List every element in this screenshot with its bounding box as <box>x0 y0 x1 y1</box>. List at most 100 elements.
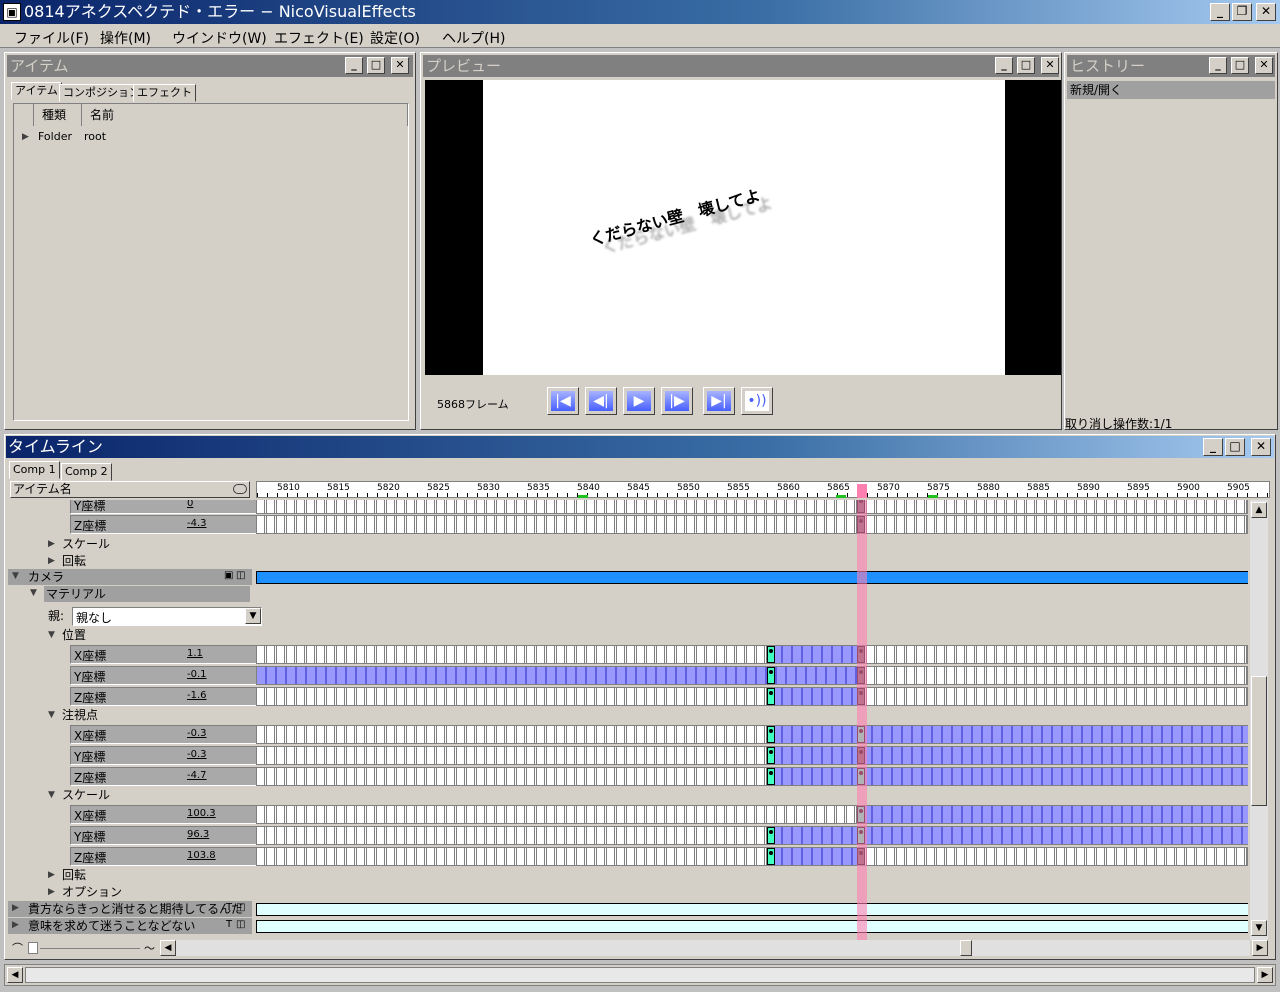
track-row[interactable] <box>256 515 1248 534</box>
tab-effects[interactable]: エフェクト <box>133 84 196 102</box>
property-value[interactable]: -1.6 <box>187 690 207 701</box>
eye-icon[interactable] <box>233 484 247 494</box>
property-value[interactable]: -0.3 <box>187 749 207 760</box>
menu-help[interactable]: ヘルプ(H) <box>442 28 505 48</box>
target-z[interactable]: Z座標 -4.7 <box>70 767 258 786</box>
zoom-out-icon[interactable]: ⌒ <box>12 940 23 956</box>
preview-viewport[interactable]: くだらない壁 壊してよ くだらない壁 壊してよ <box>425 80 1061 375</box>
expand-icon[interactable]: ▶ <box>22 132 29 142</box>
property-value[interactable]: 96.3 <box>187 829 209 840</box>
panel-minimize-icon[interactable]: _ <box>1209 57 1227 74</box>
scale-y[interactable]: Y座標 96.3 <box>70 826 258 845</box>
keyframe[interactable] <box>767 848 775 865</box>
panel-maximize-icon[interactable]: □ <box>1017 57 1035 74</box>
scroll-thumb[interactable] <box>1251 676 1267 806</box>
lock-icon[interactable]: ▣ <box>224 570 233 581</box>
keyframe[interactable] <box>767 726 775 743</box>
play-button[interactable]: ▶ <box>623 387 655 415</box>
panel-minimize-icon[interactable]: _ <box>995 57 1013 74</box>
history-item[interactable]: 新規/開く <box>1067 81 1275 99</box>
collapse-icon[interactable]: ▼ <box>48 790 55 800</box>
group-position[interactable]: 位置 <box>62 626 86 644</box>
menu-file[interactable]: ファイル(F) <box>14 28 89 48</box>
scroll-up-icon[interactable]: ▲ <box>1251 502 1267 518</box>
keyframe[interactable] <box>767 747 775 764</box>
item-type[interactable]: Folder <box>38 130 72 143</box>
next-frame-button[interactable]: |▶ <box>661 387 693 415</box>
expand-icon[interactable]: ▶ <box>48 539 55 549</box>
property-value[interactable]: -4.3 <box>187 518 207 529</box>
zoom-in-icon[interactable]: 〜 <box>144 940 155 956</box>
position-x[interactable]: X座標 1.1 <box>70 645 258 664</box>
visibility-icon[interactable]: ◫ <box>236 919 245 930</box>
text-layer-row[interactable]: ▶ 貴方ならきっと消せると期待してるんだ T ◫ <box>8 901 252 917</box>
timeline-horizontal-scrollbar[interactable] <box>176 940 1250 956</box>
timeline-vertical-scrollbar[interactable]: ▲ ▼ <box>1250 500 1268 940</box>
playhead-line[interactable] <box>857 500 867 940</box>
panel-maximize-icon[interactable]: □ <box>1225 438 1245 456</box>
text-layer-track-bar[interactable] <box>256 903 1248 916</box>
panel-maximize-icon[interactable]: □ <box>1231 57 1249 74</box>
visibility-icon[interactable]: ◫ <box>236 902 245 913</box>
scroll-right-icon[interactable]: ▶ <box>1257 967 1273 983</box>
panel-close-icon[interactable]: ✕ <box>1041 57 1059 74</box>
property-z[interactable]: Z座標 -4.3 <box>70 515 258 534</box>
scale-z[interactable]: Z座標 103.8 <box>70 847 258 866</box>
scroll-left-icon[interactable]: ◀ <box>160 940 176 956</box>
text-layer-track-bar[interactable] <box>256 920 1248 933</box>
track-row[interactable] <box>256 645 1248 664</box>
scroll-left-icon[interactable]: ◀ <box>7 967 23 983</box>
expand-icon[interactable]: ▶ <box>12 903 19 913</box>
camera-track-bar[interactable] <box>256 571 1248 584</box>
panel-close-icon[interactable]: ✕ <box>391 57 409 74</box>
property-value[interactable]: 100.3 <box>187 808 216 819</box>
scroll-thumb[interactable] <box>960 940 972 956</box>
visibility-icon[interactable]: ◫ <box>236 570 245 581</box>
menu-operation[interactable]: 操作(M) <box>100 28 151 48</box>
playhead-marker[interactable] <box>857 484 867 498</box>
timeline-ruler[interactable]: 5810 5815 5820 5825 5830 5835 5840 5845 5850 5855… <box>256 481 1270 498</box>
keyframe[interactable] <box>767 688 775 705</box>
position-z[interactable]: Z座標 -1.6 <box>70 687 258 706</box>
last-frame-button[interactable]: ▶| <box>703 387 735 415</box>
property-y[interactable]: Y座標 0 <box>70 500 258 514</box>
track-row[interactable] <box>256 826 1248 845</box>
chevron-down-icon[interactable]: ▼ <box>245 608 261 624</box>
keyframe[interactable] <box>767 827 775 844</box>
text-layer-row[interactable]: ▶ 意味を求めて迷うことなどない T ◫ <box>8 918 252 934</box>
track-row[interactable] <box>256 725 1248 744</box>
panel-maximize-icon[interactable]: □ <box>367 57 385 74</box>
property-value[interactable]: -4.7 <box>187 770 207 781</box>
track-row[interactable] <box>256 847 1248 866</box>
restore-icon[interactable]: ❐ <box>1232 3 1252 21</box>
menu-window[interactable]: ウインドウ(W) <box>172 28 267 48</box>
track-row[interactable] <box>256 666 1248 685</box>
collapse-icon[interactable]: ▼ <box>30 588 37 598</box>
track-row[interactable] <box>256 746 1248 765</box>
minimize-icon[interactable]: _ <box>1210 3 1230 21</box>
target-x[interactable]: X座標 -0.3 <box>70 725 258 744</box>
group-scale[interactable]: スケール <box>62 786 110 804</box>
track-row[interactable] <box>256 500 1248 514</box>
expand-icon[interactable]: ▶ <box>48 556 55 566</box>
track-row[interactable] <box>256 805 1248 824</box>
main-horizontal-scrollbar[interactable]: ◀ ▶ <box>4 964 1276 986</box>
keyframe[interactable] <box>767 667 775 684</box>
close-icon[interactable]: ✕ <box>1256 3 1276 21</box>
expand-icon[interactable]: ▶ <box>48 870 55 880</box>
group-rotation[interactable]: 回転 <box>62 866 86 884</box>
property-value[interactable]: 103.8 <box>187 850 216 861</box>
camera-layer-row[interactable]: ▼ カメラ ▣ ◫ <box>8 569 252 585</box>
first-frame-button[interactable]: |◀ <box>547 387 579 415</box>
tab-comp-2[interactable]: Comp 2 <box>61 463 112 481</box>
group-rotation[interactable]: 回転 <box>62 552 86 570</box>
collapse-icon[interactable]: ▼ <box>48 710 55 720</box>
menu-settings[interactable]: 設定(O) <box>370 28 420 48</box>
property-value[interactable]: 0 <box>187 500 193 509</box>
scroll-track[interactable] <box>25 967 1255 983</box>
group-scale[interactable]: スケール <box>62 535 110 553</box>
tab-compositions[interactable]: コンポジション <box>59 84 144 102</box>
tab-items[interactable]: アイテム <box>11 82 62 100</box>
audio-button[interactable]: •)) <box>741 387 773 415</box>
collapse-icon[interactable]: ▼ <box>12 571 19 581</box>
